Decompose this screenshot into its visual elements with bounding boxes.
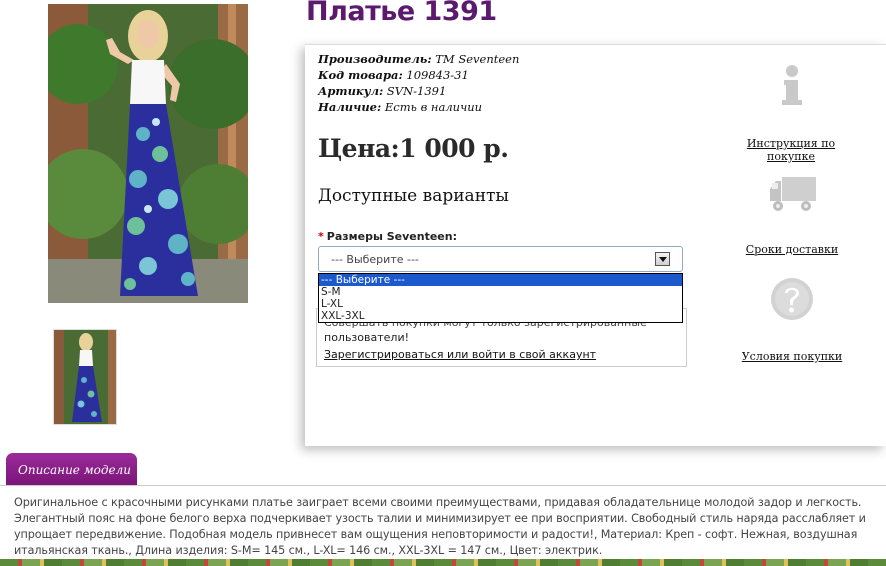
variants-heading: Доступные варианты bbox=[318, 186, 509, 206]
dress-photo-illustration bbox=[48, 4, 248, 303]
sidebar-item-instructions[interactable]: Инструкция по покупке bbox=[728, 137, 854, 163]
spec-product-code: Код товара: 109843-31 bbox=[318, 68, 469, 82]
product-specs: Производитель: TM Seventeen Код товара: … bbox=[318, 51, 519, 115]
tab-description[interactable]: Описание модели bbox=[6, 453, 137, 486]
size-option[interactable]: L-XL bbox=[319, 298, 682, 310]
spec-manufacturer: Производитель: TM Seventeen bbox=[318, 52, 520, 66]
login-link[interactable]: Зарегистрироваться или войти в свой акка… bbox=[324, 348, 596, 362]
size-option[interactable]: S-M bbox=[319, 286, 682, 298]
product-thumbnail[interactable] bbox=[53, 329, 117, 425]
notice-text-line2: пользователи! bbox=[324, 331, 410, 344]
chevron-down-icon[interactable] bbox=[655, 252, 670, 266]
dress-thumbnail-illustration bbox=[54, 330, 116, 424]
product-main-photo[interactable] bbox=[48, 4, 248, 303]
truck-icon[interactable] bbox=[768, 175, 818, 215]
size-option[interactable]: --- Выберите --- bbox=[319, 274, 682, 286]
size-select[interactable]: --- Выберите --- bbox=[318, 246, 683, 272]
size-select-value: --- Выберите --- bbox=[331, 253, 419, 266]
product-price: Цена:1 000 р. bbox=[318, 134, 509, 163]
product-title: Платье 1391 bbox=[306, 0, 497, 27]
size-dropdown-list[interactable]: --- Выберите --- S-M L-XL XXL-3XL bbox=[318, 273, 683, 323]
size-label: * Размеры Seventeen: bbox=[318, 230, 457, 243]
size-option[interactable]: XXL-3XL bbox=[319, 310, 682, 322]
decorative-garland bbox=[0, 559, 886, 566]
spec-availability: Наличие: Есть в наличии bbox=[318, 100, 483, 114]
required-mark: * bbox=[318, 230, 324, 243]
question-icon[interactable] bbox=[769, 276, 815, 322]
info-icon[interactable] bbox=[778, 64, 806, 106]
description-text: Оригинальное с красочными рисунками плат… bbox=[0, 485, 886, 566]
sidebar-item-purchase-terms[interactable]: Условия покупки bbox=[738, 350, 846, 363]
sidebar-item-delivery[interactable]: Сроки доставки bbox=[738, 243, 846, 256]
spec-article: Артикул: SVN-1391 bbox=[318, 84, 447, 98]
